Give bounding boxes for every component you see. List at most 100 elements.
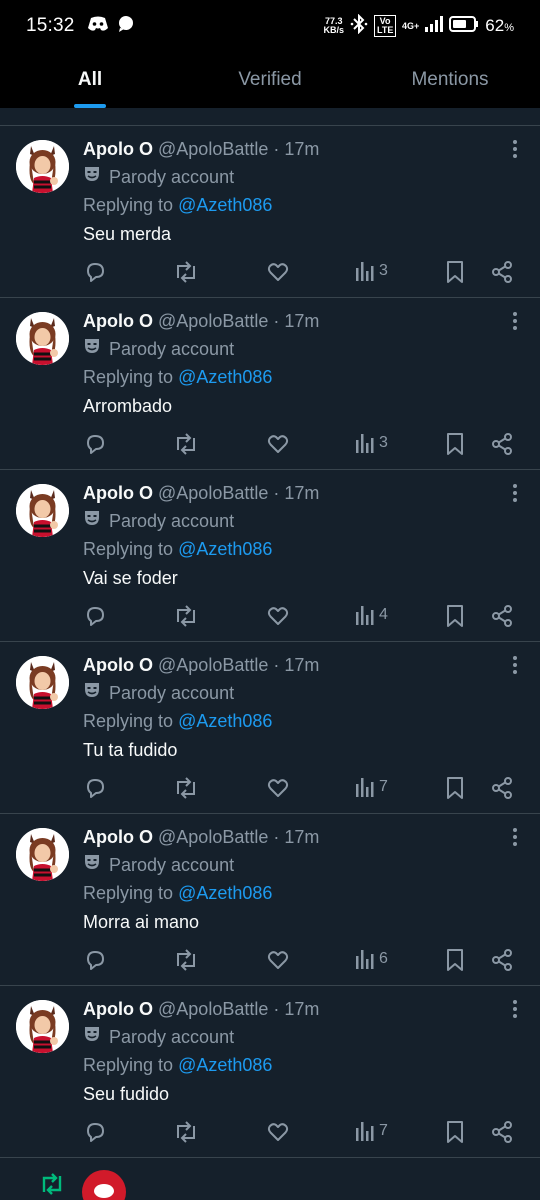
bookmark-button[interactable] (445, 604, 465, 628)
tweet-text: Morra ai mano (83, 912, 200, 932)
replying-to-prefix: Replying to (83, 367, 174, 387)
author-handle[interactable]: @ApoloBattle (158, 999, 268, 1019)
more-options-icon[interactable] (512, 828, 518, 846)
mention-link[interactable]: @Azeth086 (178, 539, 272, 559)
share-button[interactable] (490, 1120, 514, 1144)
reply-button[interactable] (83, 1120, 107, 1144)
avatar[interactable] (82, 1170, 126, 1200)
reply-button[interactable] (83, 948, 107, 972)
tweet[interactable]: Apolo O @ApoloBattle · 17m Parody accoun… (0, 986, 540, 1158)
author-handle[interactable]: @ApoloBattle (158, 311, 268, 331)
author-handle[interactable]: @ApoloBattle (158, 139, 268, 159)
replying-to: Replying to @Azeth086 (83, 366, 272, 388)
tweet-time[interactable]: 17m (284, 139, 319, 159)
tweet-time[interactable]: 17m (284, 827, 319, 847)
avatar[interactable] (16, 828, 69, 881)
mention-link[interactable]: @Azeth086 (178, 1055, 272, 1075)
tweet[interactable]: Apolo O @ApoloBattle · 17m Parody accoun… (0, 814, 540, 986)
more-options-icon[interactable] (512, 312, 518, 330)
share-icon (490, 604, 514, 628)
tweet-time[interactable]: 17m (284, 999, 319, 1019)
network-speed: 77.3 KB/s (324, 17, 345, 35)
like-button[interactable] (266, 1120, 290, 1144)
tweet[interactable]: Apolo O @ApoloBattle · 17m Parody accoun… (0, 642, 540, 814)
views-button[interactable]: 7 (355, 1120, 388, 1142)
tweet-time[interactable]: 17m (284, 311, 319, 331)
reply-button[interactable] (83, 432, 107, 456)
avatar[interactable] (16, 1000, 69, 1053)
author-name[interactable]: Apolo O (83, 483, 153, 503)
author-handle[interactable]: @ApoloBattle (158, 827, 268, 847)
bookmark-button[interactable] (445, 260, 465, 284)
bookmark-button[interactable] (445, 948, 465, 972)
repost-button[interactable] (173, 948, 199, 972)
repost-button[interactable] (173, 1120, 199, 1144)
tab-all-label: All (77, 69, 103, 90)
author-name[interactable]: Apolo O (83, 999, 153, 1019)
tweet-time[interactable]: 17m (284, 655, 319, 675)
views-button[interactable]: 4 (355, 604, 388, 626)
share-button[interactable] (490, 948, 514, 972)
like-button[interactable] (266, 604, 290, 628)
tweet-list: Apolo O @ApoloBattle · 17m Parody accoun… (0, 126, 540, 1158)
views-button[interactable]: 3 (355, 432, 388, 454)
share-button[interactable] (490, 432, 514, 456)
mention-link[interactable]: @Azeth086 (178, 367, 272, 387)
replying-to: Replying to @Azeth086 (83, 1054, 272, 1076)
parody-mask-icon (83, 853, 101, 876)
share-button[interactable] (490, 260, 514, 284)
tweet[interactable]: Apolo O @ApoloBattle · 17m Parody accoun… (0, 298, 540, 470)
mention-link[interactable]: @Azeth086 (178, 711, 272, 731)
repost-icon (173, 776, 199, 800)
reply-icon (83, 260, 107, 284)
avatar[interactable] (16, 656, 69, 709)
tweet[interactable]: Apolo O @ApoloBattle · 17m Parody accoun… (0, 470, 540, 642)
bookmark-button[interactable] (445, 776, 465, 800)
more-options-icon[interactable] (512, 140, 518, 158)
views-button[interactable]: 6 (355, 948, 388, 970)
avatar[interactable] (16, 140, 69, 193)
views-button[interactable]: 3 (355, 260, 388, 282)
reply-button[interactable] (83, 260, 107, 284)
mention-link[interactable]: @Azeth086 (178, 883, 272, 903)
tab-mentions[interactable]: Mentions (360, 52, 540, 108)
avatar[interactable] (16, 484, 69, 537)
share-button[interactable] (490, 604, 514, 628)
reply-button[interactable] (83, 604, 107, 628)
author-handle[interactable]: @ApoloBattle (158, 655, 268, 675)
like-button[interactable] (266, 432, 290, 456)
repost-button[interactable] (173, 432, 199, 456)
author-name[interactable]: Apolo O (83, 827, 153, 847)
author-name[interactable]: Apolo O (83, 311, 153, 331)
reply-icon (83, 776, 107, 800)
tweet-time[interactable]: 17m (284, 483, 319, 503)
like-button[interactable] (266, 948, 290, 972)
tab-all[interactable]: All (0, 52, 180, 108)
bookmark-button[interactable] (445, 1120, 465, 1144)
tab-verified[interactable]: Verified (180, 52, 360, 108)
like-button[interactable] (266, 260, 290, 284)
repost-button[interactable] (173, 776, 199, 800)
notifications-feed[interactable]: Apolo O @ApoloBattle · 17m Parody accoun… (0, 108, 540, 1158)
repost-button[interactable] (173, 260, 199, 284)
mention-link[interactable]: @Azeth086 (178, 195, 272, 215)
share-icon (490, 776, 514, 800)
reply-button[interactable] (83, 776, 107, 800)
more-options-icon[interactable] (512, 1000, 518, 1018)
reply-icon (83, 1120, 107, 1144)
author-handle[interactable]: @ApoloBattle (158, 483, 268, 503)
more-options-icon[interactable] (512, 484, 518, 502)
author-name[interactable]: Apolo O (83, 655, 153, 675)
repost-button[interactable] (173, 604, 199, 628)
author-name[interactable]: Apolo O (83, 139, 153, 159)
share-button[interactable] (490, 776, 514, 800)
like-button[interactable] (266, 776, 290, 800)
tweet[interactable]: Apolo O @ApoloBattle · 17m Parody accoun… (0, 126, 540, 298)
avatar[interactable] (16, 312, 69, 365)
views-button[interactable]: 7 (355, 776, 388, 798)
repost-icon (173, 260, 199, 284)
share-icon (490, 948, 514, 972)
more-options-icon[interactable] (512, 656, 518, 674)
parody-label: Parody account (83, 853, 234, 876)
bookmark-button[interactable] (445, 432, 465, 456)
